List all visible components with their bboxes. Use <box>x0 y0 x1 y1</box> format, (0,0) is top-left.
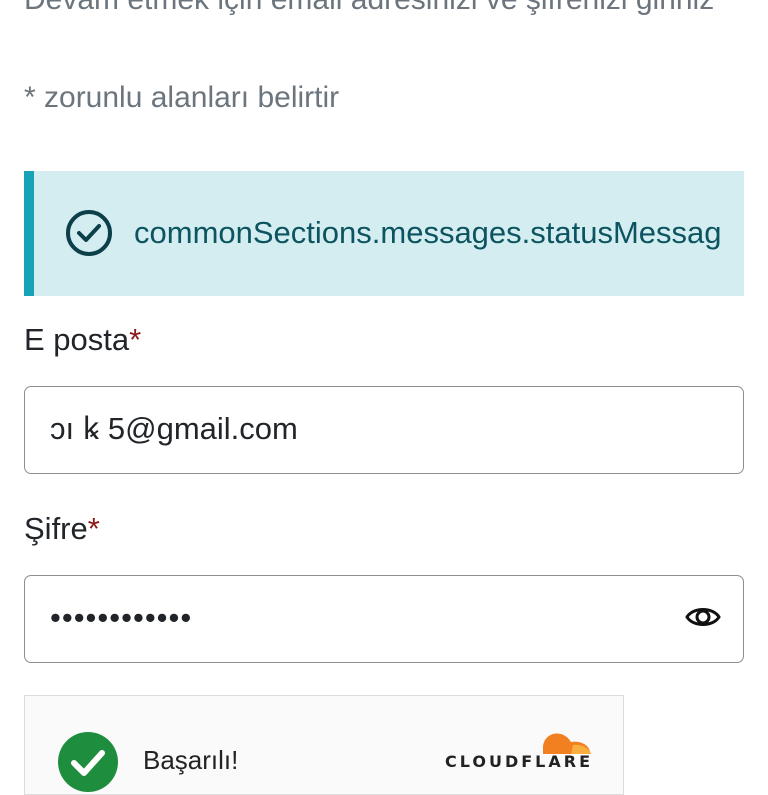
email-field-value: ɔı ꝃ 5@gmail.com <box>50 411 298 446</box>
email-label: E posta* <box>24 318 141 362</box>
captcha-status-text: Başarılı! <box>143 745 239 775</box>
check-circle-icon <box>58 732 118 792</box>
form-intro-text: Devam etmek için email adresinizi ve şif… <box>24 0 744 28</box>
cloudflare-captcha-widget[interactable]: Başarılı! CLOUDFLARE <box>24 695 624 795</box>
password-label-text: Şifre <box>24 511 88 546</box>
password-field-value: •••••••••••• <box>50 600 193 635</box>
required-fields-note: * zorunlu alanları belirtir <box>24 81 340 114</box>
email-label-text: E posta <box>24 322 130 357</box>
password-field[interactable]: •••••••••••• <box>24 575 744 663</box>
cloudflare-wordmark: CLOUDFLARE <box>445 752 593 771</box>
email-field[interactable]: ɔı ꝃ 5@gmail.com <box>24 386 744 474</box>
status-alert-message: commonSections.messages.statusMessag <box>134 215 722 250</box>
eye-icon[interactable] <box>685 602 721 632</box>
status-alert: commonSections.messages.statusMessag <box>24 171 744 296</box>
required-mark: * <box>129 322 142 357</box>
check-circle-icon <box>66 210 112 256</box>
password-label: Şifre* <box>24 507 100 551</box>
required-mark: * <box>87 511 100 546</box>
